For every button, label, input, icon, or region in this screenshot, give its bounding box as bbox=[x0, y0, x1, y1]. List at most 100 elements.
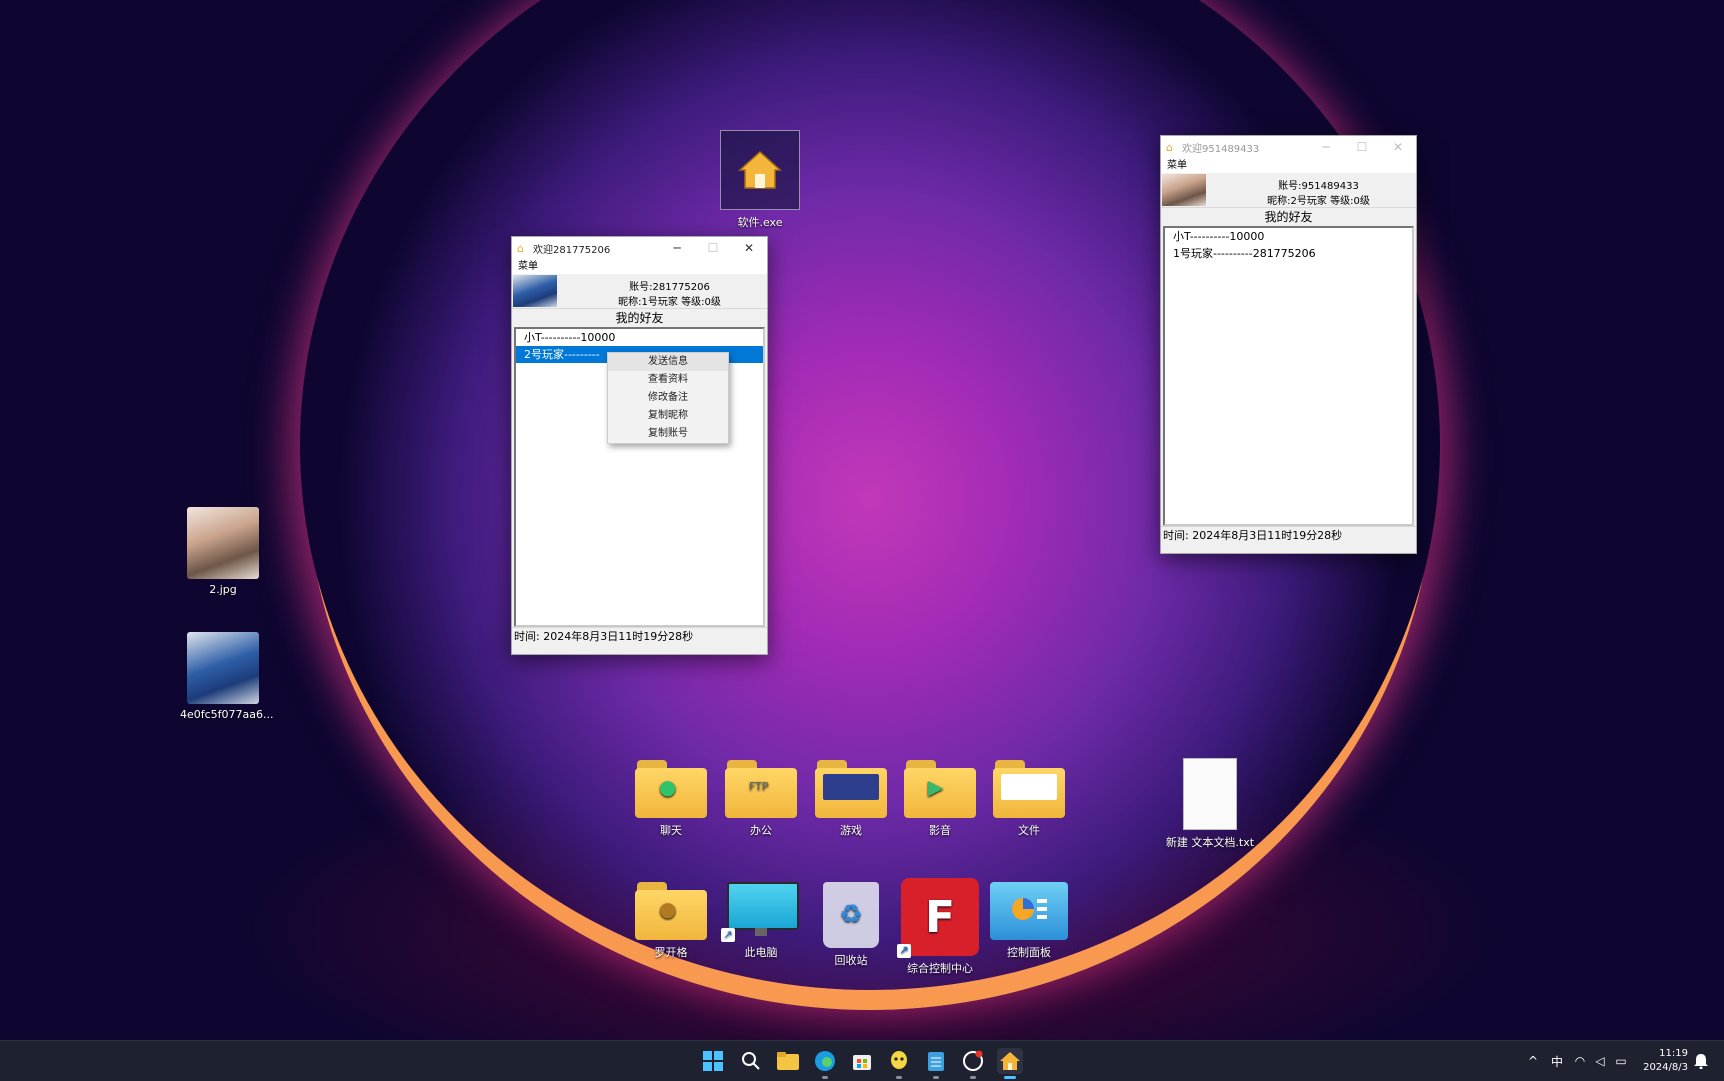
edge-browser-icon[interactable] bbox=[812, 1048, 838, 1079]
desktop-icon-media-folder[interactable]: ▶ 影音 bbox=[897, 760, 983, 838]
notification-bell-icon[interactable] bbox=[1688, 1048, 1714, 1074]
wifi-icon[interactable]: ◠ bbox=[1570, 1054, 1590, 1068]
friend-item[interactable]: 1号玩家----------281775206 bbox=[1165, 245, 1412, 262]
desktop-icon-games-folder[interactable]: 游戏 bbox=[808, 760, 894, 838]
folder-icon: ● bbox=[635, 760, 707, 818]
menu-item-send-message[interactable]: 发送信息 bbox=[608, 353, 728, 371]
desktop-icon-label: 文件 bbox=[1018, 824, 1040, 837]
user-info: 账号:951489433 昵称:2号玩家 等级:0级 bbox=[1161, 173, 1416, 207]
start-button[interactable] bbox=[700, 1048, 726, 1074]
window-title: 欢迎281775206 bbox=[533, 244, 611, 256]
recycle-bin-icon: ♻ bbox=[823, 882, 879, 948]
status-bar: 时间: 2024年8月3日11时19分28秒 bbox=[512, 627, 767, 646]
desktop-icon-office-folder[interactable]: FTP 办公 bbox=[718, 760, 804, 838]
house-icon: ⌂ bbox=[517, 241, 524, 255]
desktop-icon-label: 新建 文本文档.txt bbox=[1165, 836, 1255, 849]
shortcut-arrow-icon: ↗ bbox=[721, 928, 735, 942]
window-titlebar[interactable]: ⌂ 欢迎281775206 ─ ☐ ✕ bbox=[512, 237, 767, 259]
chat-window-1: ⌂ 欢迎281775206 ─ ☐ ✕ 菜单 账号:281775206 昵称:1… bbox=[511, 236, 768, 655]
friend-item[interactable]: 小T----------10000 bbox=[516, 329, 763, 346]
desktop-icon-label: 回收站 bbox=[834, 954, 868, 967]
photo-thumbnail bbox=[187, 507, 259, 579]
control-panel-icon bbox=[990, 882, 1068, 940]
desktop-icon-photo1[interactable]: 2.jpg bbox=[180, 507, 266, 596]
clock-date: 2024/8/3 bbox=[1643, 1062, 1688, 1073]
nickname-level-label: 昵称:2号玩家 等级:0级 bbox=[1267, 196, 1370, 207]
window-title: 欢迎951489433 bbox=[1182, 143, 1260, 155]
chat-window-2: ⌂ 欢迎951489433 ─ ☐ ✕ 菜单 账号:951489433 昵称:2… bbox=[1160, 135, 1417, 554]
menu-button[interactable]: 菜单 bbox=[512, 259, 767, 274]
clock-time: 11:19 bbox=[1659, 1048, 1688, 1059]
desktop-icon-thispc[interactable]: ↗ 此电脑 bbox=[718, 882, 804, 960]
desktop-icon-label: 办公 bbox=[750, 824, 772, 837]
nickname-level-label: 昵称:1号玩家 等级:0级 bbox=[618, 297, 721, 308]
text-file-icon bbox=[1183, 758, 1237, 830]
battery-icon[interactable]: ▭ bbox=[1610, 1054, 1632, 1068]
close-button[interactable]: ✕ bbox=[731, 241, 767, 255]
desktop-icon-control-center[interactable]: F ↗ 综合控制中心 bbox=[897, 878, 983, 976]
store-icon[interactable] bbox=[849, 1048, 875, 1074]
close-button[interactable]: ✕ bbox=[1380, 140, 1416, 154]
account-label: 账号:951489433 bbox=[1278, 181, 1359, 192]
menu-item-view-profile[interactable]: 查看资料 bbox=[608, 371, 728, 389]
desktop-icon-chat-folder[interactable]: ● 聊天 bbox=[628, 760, 714, 838]
windows-logo-icon bbox=[703, 1051, 723, 1071]
folder-icon: FTP bbox=[725, 760, 797, 818]
user-info: 账号:281775206 昵称:1号玩家 等级:0级 bbox=[512, 274, 767, 308]
desktop-icon-label: 游戏 bbox=[840, 824, 862, 837]
search-icon[interactable] bbox=[738, 1048, 764, 1074]
qq-icon[interactable] bbox=[886, 1048, 912, 1079]
menu-item-edit-remark[interactable]: 修改备注 bbox=[608, 389, 728, 407]
account-label: 账号:281775206 bbox=[629, 282, 710, 293]
folder-icon bbox=[815, 760, 887, 818]
desktop-icon-label: 4e0fc5f077aa6... bbox=[180, 708, 274, 721]
user-folder-icon: ● bbox=[635, 882, 707, 940]
desktop-icon-software[interactable]: 软件.exe bbox=[717, 130, 803, 230]
notepad-icon[interactable] bbox=[923, 1048, 949, 1079]
desktop-icon-recycle-bin[interactable]: ♻ 回收站 bbox=[808, 882, 894, 968]
desktop-icon-label: 聊天 bbox=[660, 824, 682, 837]
volume-icon[interactable]: ◁ bbox=[1590, 1054, 1610, 1068]
status-bar: 时间: 2024年8月3日11时19分28秒 bbox=[1161, 526, 1416, 545]
avatar[interactable] bbox=[1162, 174, 1206, 206]
friend-item[interactable]: 小T----------10000 bbox=[1165, 228, 1412, 245]
software-taskbar-icon[interactable] bbox=[997, 1048, 1023, 1079]
minimize-button[interactable]: ─ bbox=[659, 241, 695, 255]
desktop-icon-label: 控制面板 bbox=[1007, 946, 1051, 959]
window-titlebar[interactable]: ⌂ 欢迎951489433 ─ ☐ ✕ bbox=[1161, 136, 1416, 158]
desktop-icon-label: 软件.exe bbox=[737, 216, 783, 229]
maximize-button[interactable]: ☐ bbox=[695, 241, 731, 255]
shortcut-arrow-icon: ↗ bbox=[897, 944, 911, 958]
chevron-up-icon[interactable]: ^ bbox=[1522, 1054, 1544, 1068]
context-menu: 发送信息 查看资料 修改备注 复制昵称 复制账号 bbox=[607, 352, 729, 444]
minimize-button[interactable]: ─ bbox=[1308, 140, 1344, 154]
file-explorer-icon[interactable] bbox=[775, 1048, 801, 1074]
desktop-icon-label: 罗开格 bbox=[654, 946, 688, 959]
maximize-button[interactable]: ☐ bbox=[1344, 140, 1380, 154]
desktop-icon-label: 影音 bbox=[929, 824, 951, 837]
menu-button[interactable]: 菜单 bbox=[1161, 158, 1416, 173]
app-icon[interactable] bbox=[960, 1048, 986, 1079]
desktop-icon-control-panel[interactable]: 控制面板 bbox=[986, 882, 1072, 960]
desktop-icon-photo2[interactable]: 4e0fc5f077aa6... bbox=[180, 632, 274, 721]
friends-heading: 我的好友 bbox=[1161, 207, 1416, 226]
taskbar: ^ 中 ◠ ◁ ▭ 11:19 2024/8/3 bbox=[0, 1040, 1724, 1081]
menu-item-copy-account[interactable]: 复制账号 bbox=[608, 425, 728, 443]
folder-icon bbox=[993, 760, 1065, 818]
desktop-icon-user-folder[interactable]: ● 罗开格 bbox=[628, 882, 714, 960]
monitor-icon: ↗ bbox=[721, 882, 799, 942]
house-icon: ⌂ bbox=[1166, 140, 1173, 154]
menu-item-copy-nickname[interactable]: 复制昵称 bbox=[608, 407, 728, 425]
avatar[interactable] bbox=[513, 275, 557, 307]
clock[interactable]: 11:19 2024/8/3 bbox=[1643, 1047, 1688, 1075]
friends-list[interactable]: 小T----------10000 1号玩家----------28177520… bbox=[1163, 226, 1414, 526]
system-tray: ^ 中 ◠ ◁ ▭ bbox=[1522, 1041, 1632, 1081]
ime-indicator[interactable]: 中 bbox=[1544, 1053, 1570, 1070]
desktop-icon-label: 综合控制中心 bbox=[907, 962, 973, 975]
desktop-icon-textdoc[interactable]: 新建 文本文档.txt bbox=[1164, 758, 1256, 850]
desktop-icon-label: 此电脑 bbox=[744, 946, 778, 959]
house-icon bbox=[720, 130, 800, 210]
desktop-icon-label: 2.jpg bbox=[209, 583, 237, 596]
desktop-icon-files-folder[interactable]: 文件 bbox=[986, 760, 1072, 838]
photo-thumbnail bbox=[187, 632, 259, 704]
